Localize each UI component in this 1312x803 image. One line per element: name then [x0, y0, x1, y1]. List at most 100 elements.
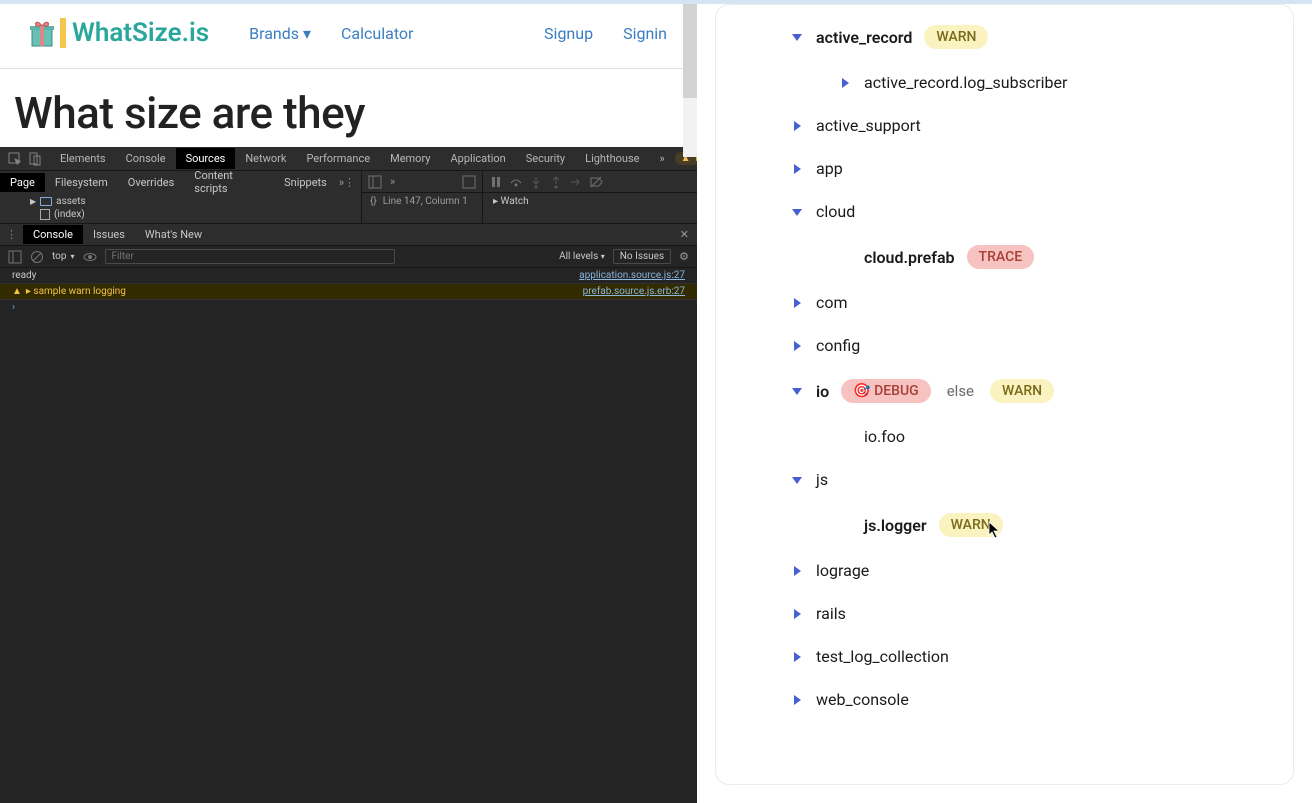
config-tree-item[interactable]: js — [742, 458, 1267, 501]
chevron-right-icon — [790, 296, 804, 310]
console-log-row[interactable]: ▲▸ sample warn loggingprefab.source.js.e… — [0, 284, 697, 300]
chevron-right-icon — [790, 339, 804, 353]
step-icon[interactable] — [569, 175, 583, 189]
right-panel: active_recordWARNactive_record.log_subsc… — [697, 0, 1312, 803]
warning-icon: ▲ — [12, 286, 22, 297]
config-tree-item[interactable]: app — [742, 147, 1267, 190]
config-tree-item[interactable]: test_log_collection — [742, 635, 1267, 678]
console-tab-console[interactable]: Console — [23, 225, 83, 244]
console-prompt[interactable]: › — [0, 300, 697, 315]
chevron-down-icon — [790, 473, 804, 487]
log-level-badge[interactable]: TRACE — [967, 245, 1035, 269]
step-over-icon[interactable] — [509, 175, 523, 189]
log-level-badge[interactable]: WARN — [939, 513, 1003, 537]
close-drawer-icon[interactable]: ✕ — [680, 228, 697, 241]
devtools-tab-application[interactable]: Application — [440, 148, 515, 169]
devtools-tab-elements[interactable]: Elements — [50, 148, 116, 169]
console-tab-what-s-new[interactable]: What's New — [135, 225, 212, 244]
nav-calculator[interactable]: Calculator — [341, 24, 413, 43]
log-levels-select[interactable]: All levels ▾ — [559, 251, 605, 262]
source-link[interactable]: prefab.source.js.erb:27 — [583, 286, 685, 297]
devtools-tab-security[interactable]: Security — [516, 148, 575, 169]
navigator-more-icon[interactable]: ⋮ — [344, 176, 361, 189]
config-item-label: js.logger — [864, 516, 927, 535]
inspect-element-icon[interactable] — [8, 152, 22, 166]
devtools-tab-memory[interactable]: Memory — [380, 148, 440, 169]
scrollbar-thumb[interactable] — [683, 4, 697, 98]
console-filter-input[interactable] — [105, 249, 395, 264]
source-tab-page[interactable]: Page — [0, 173, 45, 192]
config-tree-item[interactable]: lograge — [742, 549, 1267, 592]
config-item-label: cloud — [816, 202, 855, 221]
config-item-label: rails — [816, 604, 846, 623]
console-drawer: ⋮ ConsoleIssuesWhat's New ✕ top ▾ All le… — [0, 224, 697, 803]
config-tree-item[interactable]: cloud.prefabTRACE — [742, 233, 1267, 281]
page-title: What size are they — [0, 69, 697, 147]
config-tree-item[interactable]: io🎯 DEBUGelseWARN — [742, 367, 1267, 415]
devtools-tab-console[interactable]: Console — [116, 148, 176, 169]
console-settings-icon[interactable]: ⚙ — [679, 250, 689, 263]
config-tree-item[interactable]: active_recordWARN — [742, 13, 1267, 61]
config-item-label: web_console — [816, 690, 909, 709]
log-level-badge[interactable]: 🎯 DEBUG — [841, 379, 931, 403]
pause-icon[interactable] — [489, 175, 503, 189]
log-level-badge[interactable]: WARN — [990, 379, 1054, 403]
watch-section[interactable]: ▸ Watch — [483, 193, 697, 210]
source-tab-content-scripts[interactable]: Content scripts — [184, 166, 274, 198]
toggle-sidebar-icon[interactable] — [8, 250, 22, 264]
status-line: {} Line 147, Column 1 — [362, 193, 482, 210]
devtools-tab-lighthouse[interactable]: Lighthouse — [575, 148, 649, 169]
chevron-right-icon — [790, 693, 804, 707]
log-level-badge[interactable]: WARN — [924, 25, 988, 49]
deactivate-breakpoints-icon[interactable] — [589, 175, 603, 189]
console-log-row[interactable]: readyapplication.source.js:27 — [0, 268, 697, 284]
left-panel: WhatSize.is Brands ▾ Calculator Signup S… — [0, 0, 697, 803]
device-toolbar-icon[interactable] — [28, 152, 42, 166]
config-item-label: app — [816, 159, 843, 178]
dock-icon[interactable] — [368, 175, 382, 189]
config-tree-item[interactable]: config — [742, 324, 1267, 367]
devtools-tab-performance[interactable]: Performance — [296, 148, 380, 169]
config-item-label: lograge — [816, 561, 869, 580]
step-out-icon[interactable] — [549, 175, 563, 189]
console-tab-issues[interactable]: Issues — [83, 225, 135, 244]
file-tree[interactable]: ▶assets (index) — [0, 193, 361, 223]
wrap-icon[interactable] — [462, 175, 476, 189]
config-tree-item[interactable]: io.foo — [742, 415, 1267, 458]
config-tree-item[interactable]: com — [742, 281, 1267, 324]
site-logo[interactable]: WhatSize.is — [30, 18, 209, 48]
source-link[interactable]: application.source.js:27 — [579, 270, 685, 281]
config-tree-item[interactable]: active_support — [742, 104, 1267, 147]
tabs-overflow-icon[interactable]: » — [649, 148, 674, 169]
site-navbar: WhatSize.is Brands ▾ Calculator Signup S… — [0, 4, 697, 69]
config-tree-item[interactable]: cloud — [742, 190, 1267, 233]
nav-signin[interactable]: Signin — [623, 24, 667, 43]
source-tab-snippets[interactable]: Snippets — [274, 173, 337, 192]
editor-overflow-icon[interactable]: » — [390, 175, 395, 188]
config-item-label: io.foo — [864, 427, 905, 446]
config-tree-item[interactable]: js.logger WARN — [742, 501, 1267, 549]
step-into-icon[interactable] — [529, 175, 543, 189]
devtools-tab-bar: ElementsConsoleSourcesNetworkPerformance… — [0, 147, 697, 171]
source-tab-filesystem[interactable]: Filesystem — [45, 173, 118, 192]
config-tree-item[interactable]: web_console — [742, 678, 1267, 721]
source-tab-overrides[interactable]: Overrides — [118, 173, 185, 192]
chevron-down-icon — [790, 30, 804, 44]
nav-signup[interactable]: Signup — [544, 24, 593, 43]
execution-context-select[interactable]: top ▾ — [52, 251, 75, 262]
devtools-panel: ElementsConsoleSourcesNetworkPerformance… — [0, 147, 697, 803]
chevron-right-icon — [790, 119, 804, 133]
live-expression-icon[interactable] — [83, 250, 97, 264]
issues-button[interactable]: No Issues — [613, 249, 671, 264]
chevron-right-icon — [790, 650, 804, 664]
nav-brands[interactable]: Brands ▾ — [249, 24, 311, 43]
config-tree-item[interactable]: rails — [742, 592, 1267, 635]
auth-nav: Signup Signin — [544, 24, 667, 43]
config-tree-item[interactable]: active_record.log_subscriber — [742, 61, 1267, 104]
chevron-right-icon — [838, 76, 852, 90]
drawer-menu-icon[interactable]: ⋮ — [0, 228, 23, 241]
config-item-label: io — [816, 382, 829, 401]
gift-box-icon — [30, 18, 54, 48]
clear-console-icon[interactable] — [30, 250, 44, 264]
console-output[interactable]: readyapplication.source.js:27▲▸ sample w… — [0, 268, 697, 803]
